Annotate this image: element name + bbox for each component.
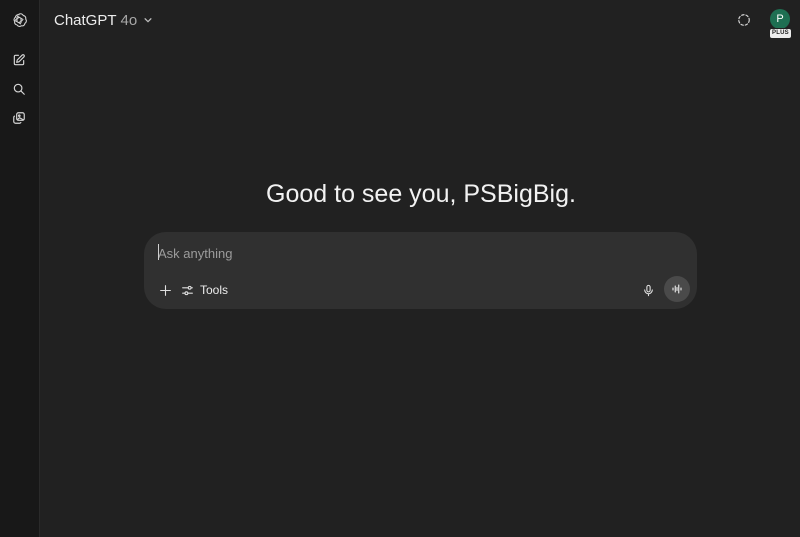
plus-icon (159, 284, 171, 296)
model-version: 4o (120, 11, 138, 29)
add-attachment-button[interactable] (155, 280, 175, 300)
voice-mode-button[interactable] (664, 276, 690, 302)
composer: Tools (144, 232, 697, 309)
model-name: ChatGPT (54, 11, 117, 29)
temporary-chat-icon[interactable] (735, 11, 753, 29)
app-window: ChatGPT 4o P PLUS Good to see you, PSBig… (0, 0, 800, 537)
openai-logo-icon[interactable] (6, 7, 32, 33)
model-selector[interactable]: ChatGPT 4o (50, 9, 157, 31)
microphone-icon (643, 284, 653, 296)
new-chat-icon[interactable] (6, 47, 32, 73)
greeting-heading: Good to see you, PSBigBig. (266, 180, 576, 208)
library-icon[interactable] (6, 105, 32, 131)
sidebar-rail (0, 0, 40, 537)
tools-button[interactable]: Tools (181, 280, 228, 300)
avatar: P (770, 9, 790, 29)
account-menu[interactable]: P PLUS (768, 9, 792, 39)
text-caret (158, 244, 159, 260)
prompt-input[interactable] (158, 242, 678, 264)
chevron-down-icon (144, 18, 152, 23)
dictate-button[interactable] (638, 280, 658, 300)
search-icon[interactable] (6, 76, 32, 102)
tools-label: Tools (200, 283, 229, 297)
voice-waveform-icon (672, 284, 682, 294)
plan-badge: PLUS (769, 28, 792, 39)
sliders-icon (182, 285, 193, 295)
